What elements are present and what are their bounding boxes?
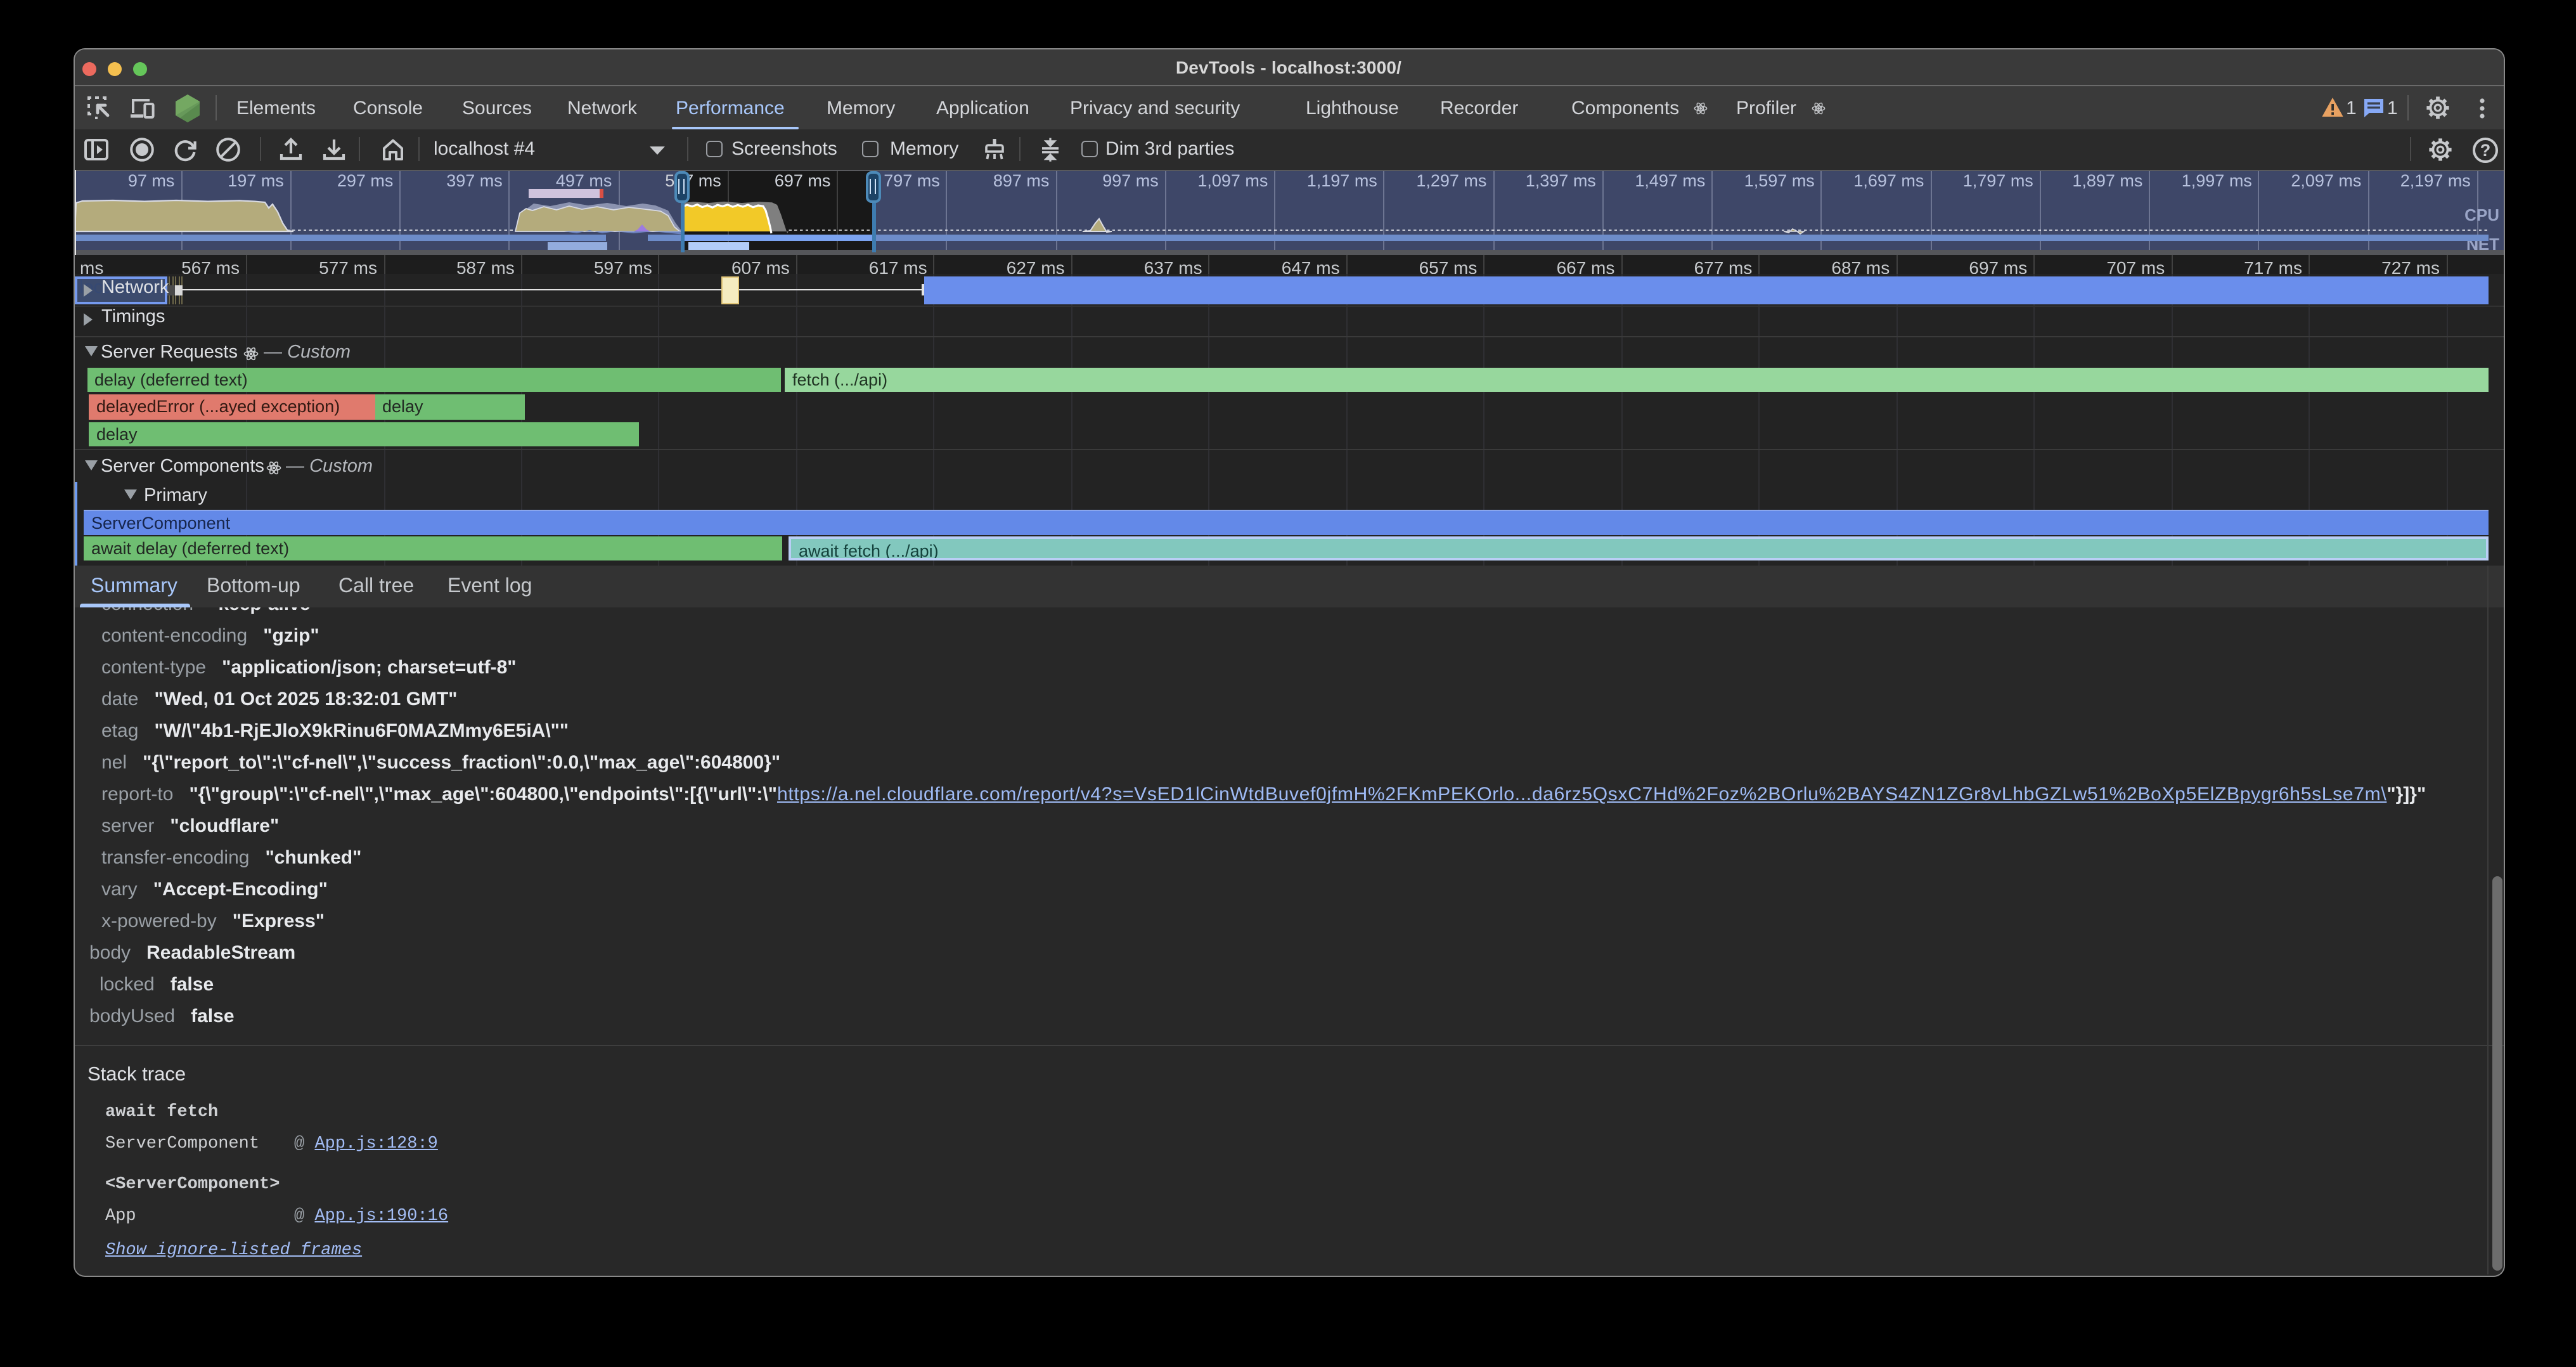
svg-text:?: ? [2480,140,2491,159]
